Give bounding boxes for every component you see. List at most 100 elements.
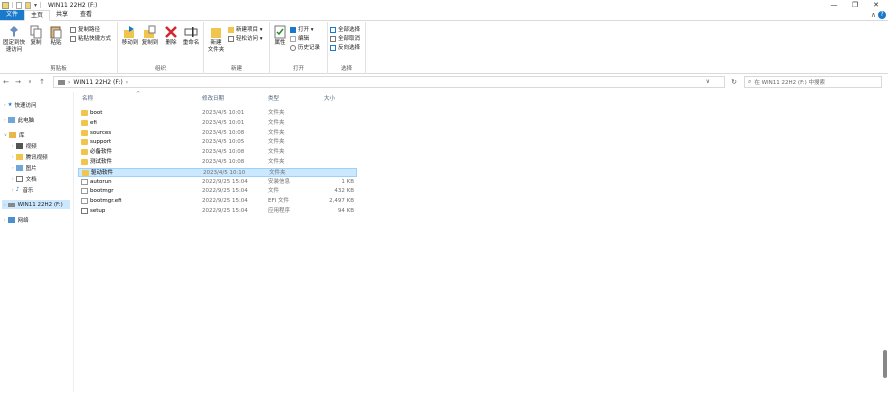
file-row[interactable]: setup 2022/9/25 15:04 应用程序 94 KB (78, 207, 357, 216)
file-type: 文件夹 (268, 159, 285, 165)
open-button[interactable]: 打开 ▾ (290, 26, 314, 34)
tab-home[interactable]: 主页 (24, 10, 51, 21)
nav-item-quick-access[interactable]: › ★ 快速访问 (4, 100, 37, 109)
easy-access-button[interactable]: 轻松访问 ▾ (228, 35, 263, 43)
file-name: support (90, 139, 112, 146)
address-dropdown-icon[interactable]: ∨ (706, 78, 710, 85)
copy-to-button[interactable]: 复制到 (140, 25, 160, 47)
copy-button[interactable]: 复制 (28, 25, 44, 47)
divider (12, 2, 13, 8)
open-group: 属性 打开 ▾ 编辑 历史记录 打开 (270, 22, 328, 74)
tab-share[interactable]: 共享 (50, 10, 74, 20)
properties-quick-icon[interactable] (16, 1, 22, 9)
select-none-button[interactable]: 全部取消 (330, 35, 360, 43)
file-row[interactable]: autorun 2022/9/25 15:04 安装信息 1 KB (78, 178, 357, 187)
expand-chevron-icon[interactable]: › (4, 217, 6, 222)
column-header-size[interactable]: 大小 (324, 93, 364, 105)
breadcrumb-drive[interactable]: WIN11 22H2 (F:) (73, 79, 122, 86)
file-row[interactable]: boot 2023/4/5 10:01 文件夹 (78, 109, 357, 118)
copy-path-button[interactable]: 复制路径 (70, 26, 100, 34)
pin-quick-access-button[interactable]: 固定到快速访问 (2, 25, 26, 54)
column-header-date[interactable]: 修改日期 (202, 93, 266, 105)
window-title: WIN11 22H2 (F:) (48, 1, 98, 9)
select-all-button[interactable]: 全部选择 (330, 26, 360, 34)
invert-selection-button[interactable]: 反向选择 (330, 44, 360, 52)
new-folder-quick-icon[interactable] (25, 1, 31, 9)
nav-item-drive-f[interactable]: › WIN11 22H2 (F:) (2, 200, 70, 209)
file-row[interactable]: bootmgr.efi 2022/9/25 15:04 EFI 文件 2,497 KB (78, 197, 357, 206)
customize-toolbar-icon[interactable]: ▾ (34, 2, 37, 9)
file-date: 2022/9/25 15:04 (202, 208, 248, 214)
paste-shortcut-button[interactable]: 粘贴快捷方式 (70, 35, 111, 43)
file-row[interactable]: support 2023/4/5 10:05 文件夹 (78, 138, 357, 147)
new-item-button[interactable]: 新建项目 ▾ (228, 26, 263, 34)
file-type: 文件 (268, 188, 280, 195)
nav-label: 库 (18, 132, 25, 139)
expand-chevron-icon[interactable]: › (12, 154, 14, 159)
nav-item-network[interactable]: › 网络 (4, 215, 29, 224)
nav-item-videos[interactable]: › 视频 (12, 141, 37, 150)
nav-item-music[interactable]: › ♪ 音乐 (12, 185, 33, 194)
edit-button[interactable]: 编辑 (290, 35, 309, 43)
file-type: 文件夹 (268, 149, 285, 156)
file-name: setup (90, 208, 106, 214)
history-button[interactable]: 历史记录 (290, 44, 320, 52)
collapse-ribbon-icon[interactable]: ∧ (871, 11, 876, 19)
up-button[interactable]: ↑ (36, 78, 48, 86)
file-name: 测试软件 (90, 159, 113, 165)
folder-icon (81, 110, 88, 116)
file-date: 2023/4/5 10:05 (202, 139, 245, 146)
file-row[interactable]: 驱动软件 2023/4/5 10:10 文件夹 (78, 167, 357, 177)
close-button[interactable]: ✕ (864, 0, 888, 10)
file-row[interactable]: sources 2023/4/5 10:08 文件夹 (78, 129, 357, 138)
nav-item-documents[interactable]: › 文档 (12, 174, 37, 183)
refresh-button[interactable]: ↻ (728, 76, 740, 88)
file-row[interactable]: bootmgr 2022/9/25 15:04 文件 432 KB (78, 187, 357, 196)
rename-button[interactable]: 重命名 (181, 25, 201, 47)
file-row[interactable]: 测试软件 2023/4/5 10:08 文件夹 (78, 158, 357, 167)
paste-button[interactable]: 粘贴 (47, 25, 65, 47)
delete-button[interactable]: 删除 (162, 25, 180, 47)
file-list: ^ 名称 修改日期 类型 大小 boot 2023/4/5 10:01 文件夹 efi… (78, 91, 878, 393)
nav-item-libraries[interactable]: ∨ 库 (4, 130, 24, 139)
expand-chevron-icon[interactable]: › (4, 102, 6, 107)
history-label: 历史记录 (298, 45, 321, 51)
column-header-name[interactable]: 名称 (82, 93, 200, 105)
search-input[interactable]: ⌕ 在 WIN11 22H2 (F:) 中搜索 (744, 76, 882, 88)
address-bar[interactable]: › WIN11 22H2 (F:) › ∨ (53, 76, 725, 88)
properties-button[interactable]: 属性 (272, 25, 288, 47)
nav-item-tencent-video[interactable]: › 腾讯视频 (12, 152, 48, 161)
expand-chevron-icon[interactable]: › (4, 202, 6, 207)
nav-label: 快速访问 (14, 102, 37, 109)
expand-chevron-icon[interactable]: › (4, 117, 6, 122)
folder-icon (81, 149, 88, 156)
move-to-button[interactable]: 移动到 (120, 25, 140, 47)
recent-locations-button[interactable]: ∨ (24, 79, 36, 85)
nav-label: 腾讯视频 (25, 154, 48, 161)
expand-chevron-icon[interactable]: › (12, 165, 14, 170)
file-name: bootmgr (90, 188, 114, 195)
expand-chevron-icon[interactable]: › (12, 143, 14, 148)
expand-chevron-icon[interactable]: › (12, 187, 14, 192)
new-item-label: 新建项目 ▾ (236, 27, 263, 33)
tab-file[interactable]: 文件 (0, 10, 25, 20)
video-icon (15, 142, 23, 149)
file-row[interactable]: efi 2023/4/5 10:01 文件夹 (78, 119, 357, 128)
computer-icon (7, 116, 15, 123)
nav-item-this-pc[interactable]: › 此电脑 (4, 115, 34, 124)
back-button[interactable]: ← (0, 78, 12, 86)
forward-button[interactable]: → (12, 78, 24, 86)
new-folder-button[interactable]: 新建 文件夹 (206, 25, 226, 54)
collapse-chevron-icon[interactable]: ∨ (4, 132, 7, 137)
file-row[interactable]: 必备软件 2023/4/5 10:08 文件夹 (78, 148, 357, 157)
file-date: 2022/9/25 15:04 (202, 188, 248, 195)
navigation-pane: › ★ 快速访问 › 此电脑 ∨ 库 › 视频 › 腾讯视频 › 图片 › 文档… (0, 92, 74, 392)
help-icon[interactable]: ? (878, 11, 886, 19)
expand-chevron-icon[interactable]: › (12, 176, 14, 181)
tab-view[interactable]: 查看 (74, 10, 98, 20)
column-header-type[interactable]: 类型 (268, 93, 322, 105)
vertical-scrollbar[interactable] (883, 350, 887, 378)
drive-icon (58, 79, 65, 85)
nav-item-pictures[interactable]: › 图片 (12, 163, 37, 172)
file-icon (81, 178, 88, 185)
